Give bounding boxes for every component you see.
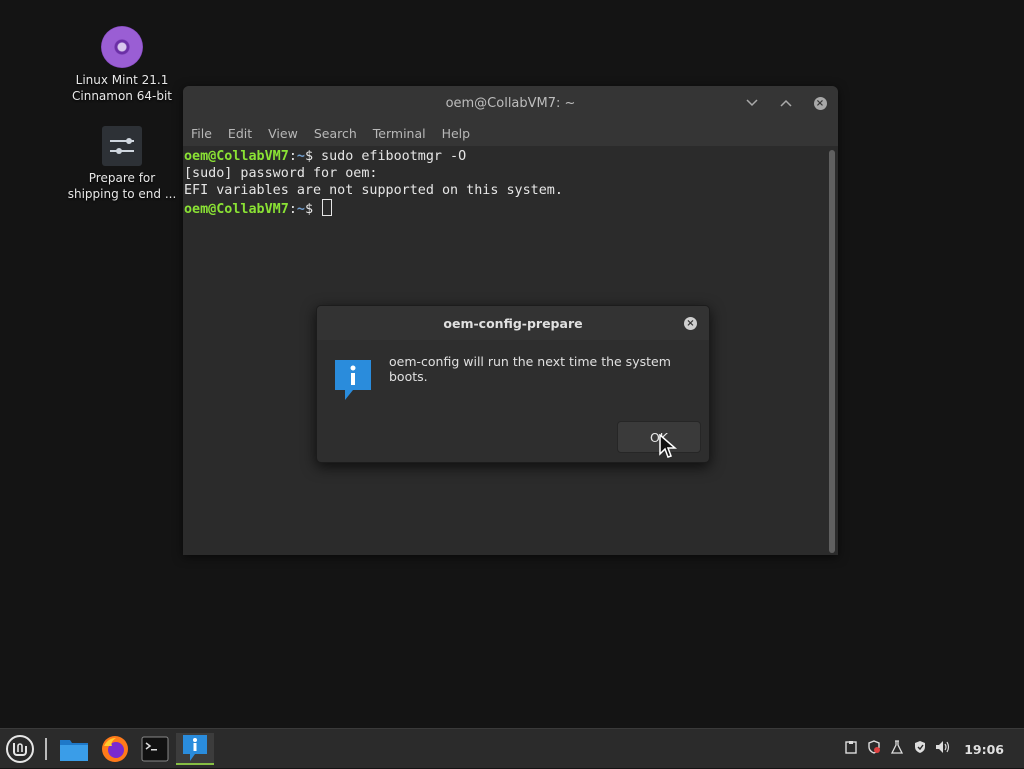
terminal-line: oem@CollabVM7:~$ sudo efibootmgr -O — [184, 148, 838, 165]
dialog-titlebar[interactable]: oem-config-prepare × — [317, 306, 709, 340]
prompt-user: oem@CollabVM7 — [184, 202, 289, 217]
folder-icon — [60, 740, 88, 761]
dialog-message: oem-config will run the next time the sy… — [389, 354, 671, 384]
desktop-icon-prepare-shipping[interactable]: Prepare for shipping to end ... — [62, 126, 182, 202]
info-dialog-taskbar-item[interactable] — [176, 733, 214, 765]
terminal-line: [sudo] password for oem: — [184, 166, 378, 181]
menu-file[interactable]: File — [191, 126, 212, 141]
menu-terminal[interactable]: Terminal — [373, 126, 426, 141]
mint-menu-icon — [6, 735, 34, 763]
menu-search[interactable]: Search — [314, 126, 357, 141]
close-icon: × — [686, 318, 695, 329]
dvd-icon — [101, 26, 143, 68]
dialog-close-button[interactable]: × — [684, 317, 697, 330]
maximize-button[interactable] — [776, 93, 796, 113]
desktop-icon-linux-mint[interactable]: Linux Mint 21.1 Cinnamon 64-bit — [62, 26, 182, 104]
terminal-icon — [141, 736, 169, 762]
oem-config-dialog[interactable]: oem-config-prepare × oem-config will run… — [316, 305, 710, 463]
shield-icon[interactable] — [912, 740, 928, 758]
volume-icon[interactable] — [935, 740, 951, 758]
prompt-sep: : — [288, 202, 297, 217]
menu-edit[interactable]: Edit — [228, 126, 252, 141]
chevron-down-icon — [746, 99, 758, 107]
terminal-line: EFI variables are not supported on this … — [184, 183, 563, 198]
settings-sliders-icon — [102, 126, 142, 166]
system-tray: 19:06 — [843, 729, 1024, 769]
taskbar-separator — [45, 738, 47, 760]
text-cursor — [322, 199, 333, 216]
terminal-menubar: File Edit View Search Terminal Help — [183, 120, 838, 146]
desktop-icon-label-line1: Linux Mint 21.1 — [75, 73, 169, 87]
chevron-up-icon — [780, 99, 792, 107]
clock[interactable]: 19:06 — [964, 742, 1004, 757]
prompt-command: $ sudo efibootmgr -O — [304, 149, 467, 164]
mouse-pointer-icon — [659, 434, 678, 458]
terminal-title: oem@CollabVM7: ~ — [445, 95, 576, 111]
taskbar: 19:06 — [0, 728, 1024, 768]
prompt-path: ~ — [296, 149, 305, 164]
desktop-icon-label-line2: Cinnamon 64-bit — [72, 89, 172, 103]
menu-view[interactable]: View — [268, 126, 298, 141]
firefox-launcher[interactable] — [97, 733, 133, 765]
prompt-sep: : — [288, 149, 297, 164]
desktop-icon-label-line2: shipping to end ... — [67, 187, 177, 201]
prompt-command: $ — [304, 202, 322, 217]
clipboard-icon[interactable] — [843, 740, 859, 758]
terminal-launcher[interactable] — [137, 733, 173, 765]
terminal-scrollbar[interactable] — [829, 150, 835, 553]
info-icon — [335, 360, 371, 400]
prompt-user: oem@CollabVM7 — [184, 149, 289, 164]
dialog-title: oem-config-prepare — [443, 315, 583, 331]
firefox-icon — [102, 736, 128, 762]
close-button[interactable]: × — [810, 93, 830, 113]
desktop-icon-label-line1: Prepare for — [88, 171, 156, 185]
mint-menu-button[interactable] — [2, 733, 38, 765]
close-icon: × — [813, 96, 827, 110]
prompt-path: ~ — [296, 202, 305, 217]
flask-icon[interactable] — [889, 740, 905, 758]
files-launcher[interactable] — [56, 733, 92, 765]
update-shield-icon[interactable] — [866, 740, 882, 758]
terminal-line: oem@CollabVM7:~$ — [184, 199, 838, 218]
menu-help[interactable]: Help — [442, 126, 471, 141]
minimize-button[interactable] — [742, 93, 762, 113]
info-dialog-icon — [183, 735, 207, 761]
terminal-titlebar[interactable]: oem@CollabVM7: ~ × — [183, 86, 838, 120]
